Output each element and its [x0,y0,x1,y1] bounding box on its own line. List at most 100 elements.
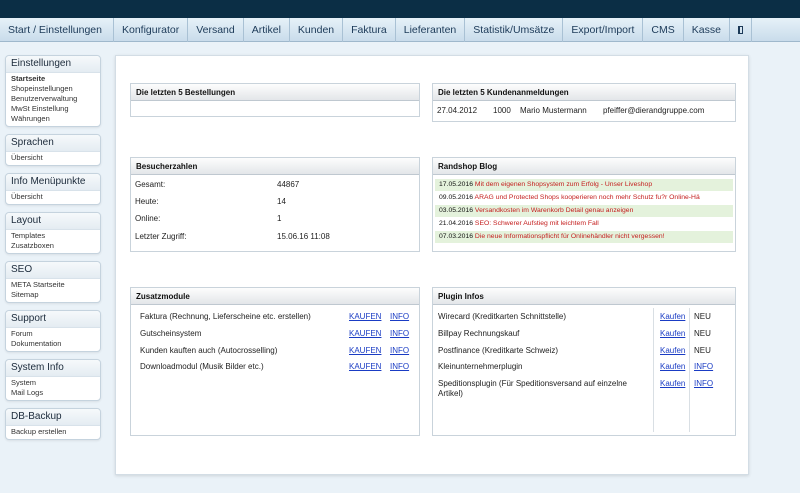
nav-konfigurator[interactable]: Konfigurator [114,18,189,42]
sidebar-link[interactable]: Mail Logs [6,388,100,398]
sidebar-link[interactable]: Dokumentation [6,339,100,349]
sidebar: Einstellungen Startseite Shopeinstellungen… [5,55,101,447]
plugin-buy-link[interactable]: Kaufen [660,379,685,388]
main-nav: Start / Einstellungen Konfigurator Versa… [0,18,800,42]
customer-row: 27.04.2012 1000 Mario Mustermann pfeiffe… [433,106,735,118]
sidebar-link[interactable]: Startseite [6,74,100,84]
sidebar-box-title[interactable]: Support [6,311,100,328]
blog-link[interactable]: ARAG und Protected Shops kooperieren noc… [475,194,700,201]
plugin-name: Postfinance (Kreditkarte Schweiz) [438,346,559,355]
sidebar-link[interactable]: Benutzerverwaltung [6,94,100,104]
blog-item[interactable]: 09.05.2016 ARAG und Protected Shops koop… [435,192,733,204]
module-name: Kunden kauften auch (Autocrosselling) [140,346,278,355]
sidebar-box-title[interactable]: System Info [6,360,100,377]
nav-cms[interactable]: CMS [643,18,684,42]
calculator-icon[interactable] [730,18,752,42]
orders-panel-title: Die letzten 5 Bestellungen [131,84,419,101]
column-divider [689,308,690,432]
nav-statistik[interactable]: Statistik/Umsätze [465,18,564,42]
plugin-status[interactable]: INFO [694,362,713,371]
module-buy-link[interactable]: KAUFEN [349,329,381,338]
plugins-panel-title: Plugin Infos [433,288,735,305]
sidebar-box-title[interactable]: Layout [6,213,100,230]
customers-panel: Die letzten 5 Kundenanmeldungen 27.04.20… [432,83,736,122]
blog-item[interactable]: 03.05.2016 Versandkosten im Warenkorb De… [435,205,733,217]
plugin-buy-link[interactable]: Kaufen [660,329,685,338]
customer-email: pfeiffer@dierandgruppe.com [603,106,705,115]
module-info-link[interactable]: INFO [390,346,409,355]
plugin-name: Wirecard (Kreditkarten Schnittstelle) [438,312,567,321]
customer-name: Mario Mustermann [520,106,587,115]
module-info-link[interactable]: INFO [390,329,409,338]
sidebar-box-title[interactable]: DB-Backup [6,409,100,426]
sidebar-box: Einstellungen Startseite Shopeinstellungen… [5,55,101,127]
sidebar-box-title[interactable]: Info Menüpunkte [6,174,100,191]
sidebar-link[interactable]: Backup erstellen [6,427,100,437]
nav-kasse[interactable]: Kasse [684,18,730,42]
visitor-label: Letzter Zugriff: [135,232,187,241]
module-info-link[interactable]: INFO [390,312,409,321]
plugin-name: Billpay Rechnungskauf [438,329,520,338]
blog-link[interactable]: Mit dem eigenen Shopsystem zum Erfolg - … [475,181,652,188]
module-buy-link[interactable]: KAUFEN [349,312,381,321]
nav-export-import[interactable]: Export/Import [563,18,644,42]
plugin-buy-link[interactable]: Kaufen [660,312,685,321]
sidebar-box: System Info System Mail Logs [5,359,101,401]
plugin-name: Kleinunternehmerplugin [438,362,523,371]
blog-date: 17.05.2016 [439,181,474,188]
sidebar-link[interactable]: Sitemap [6,290,100,300]
nav-start[interactable]: Start / Einstellungen [0,18,114,42]
visitors-panel: Besucherzahlen Gesamt: 44867 Heute: 14 O… [130,157,420,252]
blog-link[interactable]: Versandkosten im Warenkorb Detail genau … [475,207,633,214]
sidebar-link[interactable]: Shopeinstellungen [6,84,100,94]
blog-item[interactable]: 07.03.2016 Die neue Informationspflicht … [435,231,733,243]
sidebar-box-title[interactable]: SEO [6,262,100,279]
sidebar-link[interactable]: MwSt Einstellung [6,104,100,114]
blog-date: 07.03.2016 [439,233,474,240]
sidebar-link[interactable]: Zusatzboxen [6,241,100,251]
nav-lieferanten[interactable]: Lieferanten [396,18,466,42]
module-name: Faktura (Rechnung, Lieferscheine etc. er… [140,312,311,321]
plugin-status[interactable]: INFO [694,379,713,388]
column-divider [653,308,654,432]
visitor-label: Heute: [135,197,159,206]
module-name: Gutscheinsystem [140,329,202,338]
nav-versand[interactable]: Versand [188,18,244,42]
sidebar-box-title[interactable]: Einstellungen [6,56,100,73]
customers-panel-title: Die letzten 5 Kundenanmeldungen [433,84,735,101]
blog-link[interactable]: Die neue Informationspflicht für Onlineh… [475,233,665,240]
blog-link[interactable]: SEO: Schwerer Aufstieg mit leichtem Fall [475,220,599,227]
sidebar-box-title[interactable]: Sprachen [6,135,100,152]
blog-panel: Randshop Blog 17.05.2016 Mit dem eigenen… [432,157,736,252]
visitor-label: Gesamt: [135,180,166,189]
blog-date: 09.05.2016 [439,194,474,201]
blog-item[interactable]: 17.05.2016 Mit dem eigenen Shopsystem zu… [435,179,733,191]
sidebar-link[interactable]: Übersicht [6,153,100,163]
plugin-status: NEU [694,329,711,338]
sidebar-link[interactable]: Forum [6,329,100,339]
sidebar-box: Info Menüpunkte Übersicht [5,173,101,205]
sidebar-link[interactable]: Übersicht [6,192,100,202]
main-content: Die letzten 5 Bestellungen Die letzten 5… [115,55,749,475]
blog-item[interactable]: 21.04.2016 SEO: Schwerer Aufstieg mit le… [435,218,733,230]
nav-artikel[interactable]: Artikel [244,18,290,42]
sidebar-link[interactable]: Währungen [6,114,100,124]
sidebar-link[interactable]: System [6,378,100,388]
module-buy-link[interactable]: KAUFEN [349,362,381,371]
module-buy-link[interactable]: KAUFEN [349,346,381,355]
module-info-link[interactable]: INFO [390,362,409,371]
sidebar-link[interactable]: META Startseite [6,280,100,290]
plugin-status: NEU [694,312,711,321]
sidebar-box: Layout Templates Zusatzboxen [5,212,101,254]
visitor-label: Online: [135,214,161,223]
sidebar-box: SEO META Startseite Sitemap [5,261,101,303]
plugins-panel: Plugin Infos Wirecard (Kreditkarten Schn… [432,287,736,436]
plugin-buy-link[interactable]: Kaufen [660,346,685,355]
blog-date: 21.04.2016 [439,220,474,227]
sidebar-link[interactable]: Templates [6,231,100,241]
nav-kunden[interactable]: Kunden [290,18,344,42]
nav-faktura[interactable]: Faktura [343,18,396,42]
blog-panel-title: Randshop Blog [433,158,735,175]
sidebar-box: Support Forum Dokumentation [5,310,101,352]
plugin-buy-link[interactable]: Kaufen [660,362,685,371]
